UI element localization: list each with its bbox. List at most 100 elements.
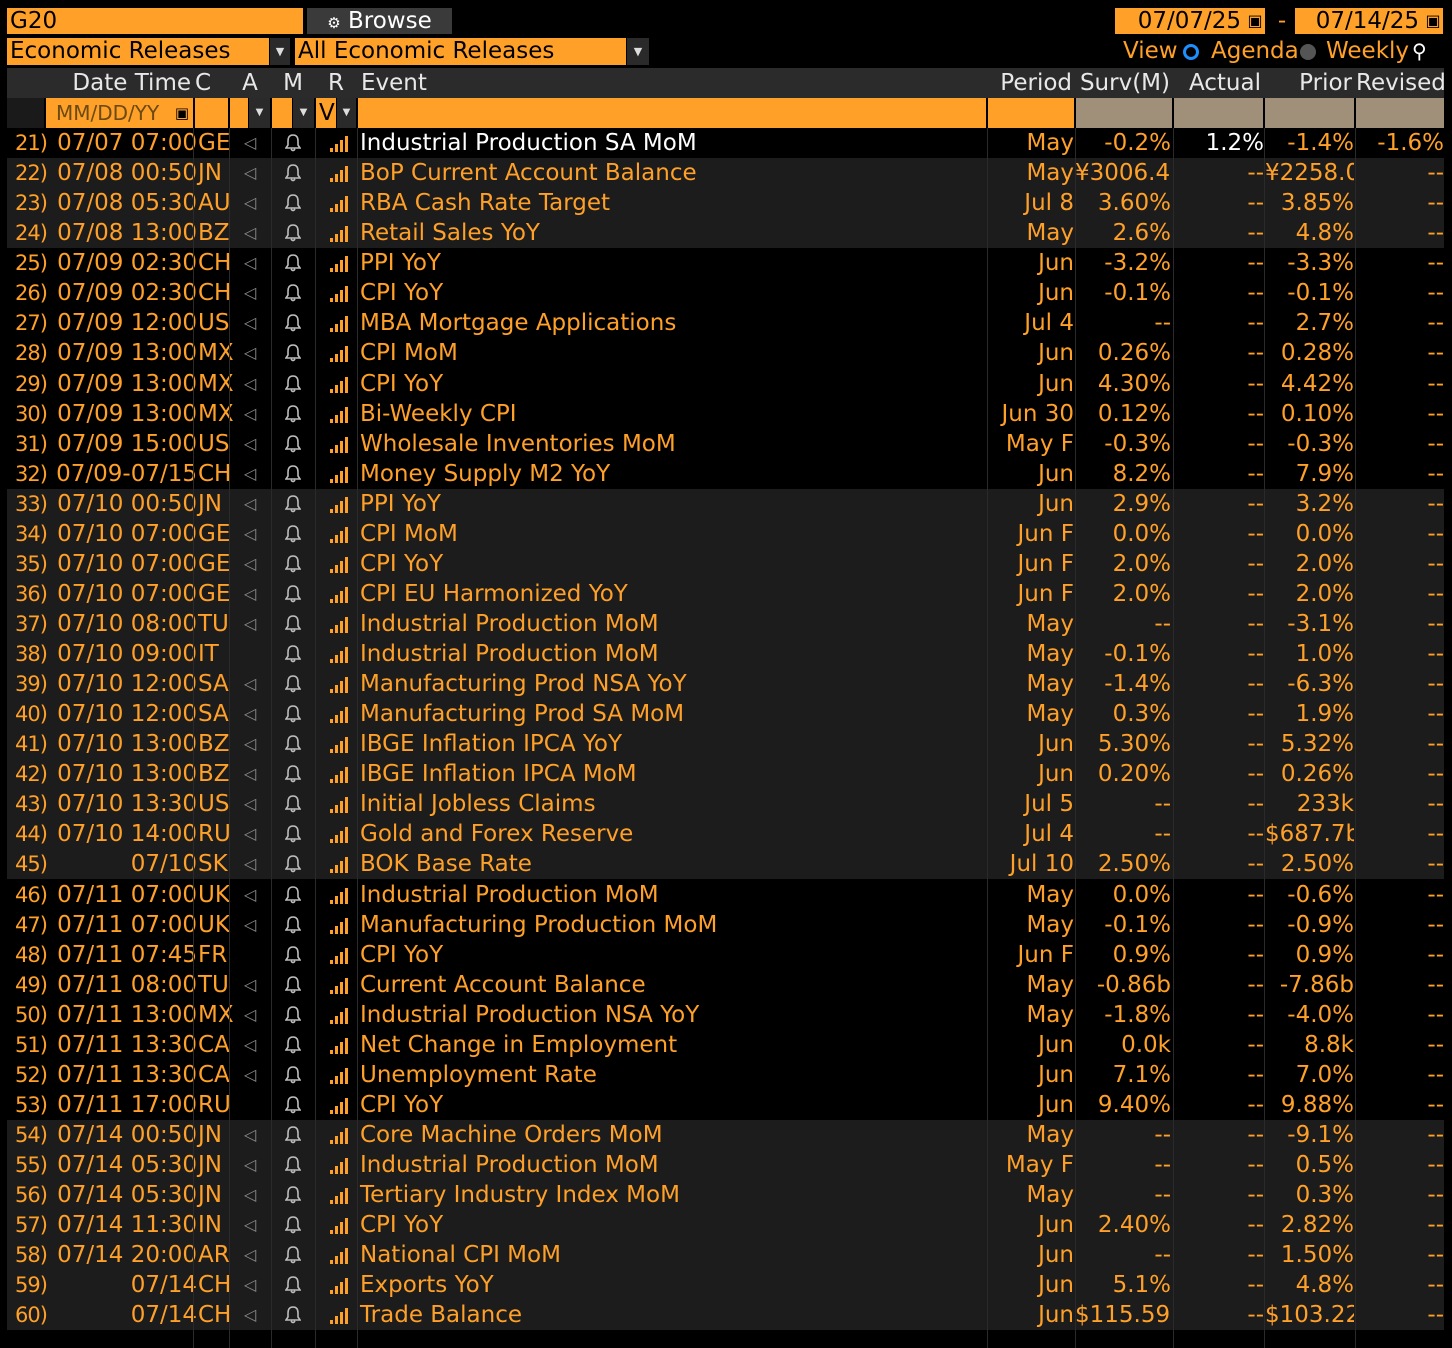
speaker-icon[interactable]: ◁ (239, 549, 261, 579)
row-event[interactable]: Exports YoY (360, 1270, 980, 1300)
table-row[interactable]: 56) 07/14 05:30 JN ◁ Tertiary Industry Index… (7, 1180, 1444, 1211)
table-row[interactable]: 51) 07/11 13:30 CA ◁ Net Change in Employmen… (7, 1029, 1444, 1060)
header-country[interactable]: C (195, 68, 228, 98)
row-event[interactable]: MBA Mortgage Applications (360, 308, 980, 338)
country-filter[interactable] (195, 98, 228, 128)
row-number[interactable]: 57) (15, 1210, 51, 1240)
my-filter[interactable] (272, 98, 292, 128)
row-number[interactable]: 41) (15, 729, 51, 759)
weekly-label[interactable]: Weekly (1326, 38, 1409, 65)
calendar-icon[interactable]: ▣ (1245, 8, 1265, 34)
bell-icon[interactable] (282, 1120, 304, 1150)
bell-icon[interactable] (282, 819, 304, 849)
table-row[interactable]: 50) 07/11 13:00 MX ◁ Industrial Production N… (7, 999, 1444, 1030)
bell-icon[interactable] (282, 940, 304, 970)
row-event[interactable]: Wholesale Inventories MoM (360, 429, 980, 459)
table-row[interactable]: 25) 07/09 02:30 CH ◁ PPI YoY Jun -3.2% -- -3.3% -… (7, 248, 1444, 279)
row-event[interactable]: Manufacturing Prod SA MoM (360, 699, 980, 729)
bell-icon[interactable] (282, 639, 304, 669)
bell-icon[interactable] (282, 429, 304, 459)
row-event[interactable]: CPI YoY (360, 369, 980, 399)
row-event[interactable]: Manufacturing Production MoM (360, 910, 980, 940)
row-event[interactable]: PPI YoY (360, 248, 980, 278)
row-number[interactable]: 21) (15, 128, 51, 158)
bell-icon[interactable] (282, 128, 304, 158)
row-number[interactable]: 38) (15, 639, 51, 669)
bell-icon[interactable] (282, 910, 304, 940)
bell-icon[interactable] (282, 729, 304, 759)
bell-icon[interactable] (282, 759, 304, 789)
people-icon[interactable]: ⚲ (1412, 38, 1427, 65)
table-row[interactable]: 34) 07/10 07:00 GE ◁ CPI MoM Jun F 0.0% -- 0.0% -… (7, 518, 1444, 549)
row-event[interactable]: CPI YoY (360, 1090, 980, 1120)
table-row[interactable]: 39) 07/10 12:00 SA ◁ Manufacturing Prod NSA … (7, 669, 1444, 700)
table-row[interactable]: 26) 07/09 02:30 CH ◁ CPI YoY Jun -0.1% -- -0.1% -… (7, 278, 1444, 309)
header-alert[interactable]: A (230, 68, 270, 98)
header-period[interactable]: Period (988, 68, 1074, 98)
row-number[interactable]: 40) (15, 699, 51, 729)
row-event[interactable]: IBGE Inflation IPCA YoY (360, 729, 980, 759)
speaker-icon[interactable]: ◁ (239, 338, 261, 368)
speaker-icon[interactable]: ◁ (239, 970, 261, 1000)
row-number[interactable]: 47) (15, 910, 51, 940)
table-row[interactable]: 44) 07/10 14:00 RU ◁ Gold and Forex Reserve J… (7, 819, 1444, 850)
row-event[interactable]: CPI EU Harmonized YoY (360, 579, 980, 609)
header-prior[interactable]: Prior (1265, 68, 1354, 98)
row-number[interactable]: 30) (15, 399, 51, 429)
bell-icon[interactable] (282, 1000, 304, 1030)
bell-icon[interactable] (282, 308, 304, 338)
row-number[interactable]: 46) (15, 880, 51, 910)
row-event[interactable]: Manufacturing Prod NSA YoY (360, 669, 980, 699)
chevron-down-icon[interactable]: ▼ (270, 38, 290, 65)
table-row[interactable]: 30) 07/09 13:00 MX ◁ Bi-Weekly CPI Jun 30 0.12… (7, 398, 1444, 429)
header-relevance[interactable]: R (316, 68, 356, 98)
calendar-icon[interactable]: ▣ (171, 98, 193, 128)
row-event[interactable]: Industrial Production SA MoM (360, 128, 980, 158)
speaker-icon[interactable]: ◁ (239, 1180, 261, 1210)
bell-icon[interactable] (282, 399, 304, 429)
row-number[interactable]: 26) (15, 278, 51, 308)
bell-icon[interactable] (282, 1300, 304, 1330)
table-row[interactable]: 47) 07/11 07:00 UK ◁ Manufacturing Productio… (7, 909, 1444, 940)
table-row[interactable]: 24) 07/08 13:00 BZ ◁ Retail Sales YoY May 2.6%… (7, 218, 1444, 249)
speaker-icon[interactable]: ◁ (239, 1150, 261, 1180)
table-row[interactable]: 54) 07/14 00:50 JN ◁ Core Machine Orders MoM… (7, 1120, 1444, 1150)
row-event[interactable]: CPI MoM (360, 519, 980, 549)
row-event[interactable]: Core Machine Orders MoM (360, 1120, 980, 1150)
row-number[interactable]: 34) (15, 519, 51, 549)
row-event[interactable]: PPI YoY (360, 489, 980, 519)
row-event[interactable]: Net Change in Employment (360, 1030, 980, 1060)
speaker-icon[interactable]: ◁ (239, 128, 261, 158)
row-number[interactable]: 23) (15, 188, 51, 218)
row-number[interactable]: 32) (15, 459, 51, 489)
row-event[interactable]: Current Account Balance (360, 970, 980, 1000)
security-search-input[interactable]: G20 (7, 8, 303, 34)
row-event[interactable]: Money Supply M2 YoY (360, 459, 980, 489)
bell-icon[interactable] (282, 158, 304, 188)
header-my[interactable]: M (272, 68, 314, 98)
row-number[interactable]: 53) (15, 1090, 51, 1120)
table-row[interactable]: 41) 07/10 13:00 BZ ◁ IBGE Inflation IPCA YoY… (7, 729, 1444, 760)
table-row[interactable]: 21) 07/07 07:00 GE ◁ Industrial Production S… (7, 128, 1444, 158)
row-event[interactable]: Retail Sales YoY (360, 218, 980, 248)
speaker-icon[interactable]: ◁ (239, 519, 261, 549)
row-number[interactable]: 22) (15, 158, 51, 188)
event-filter-input[interactable] (358, 98, 986, 128)
speaker-icon[interactable]: ◁ (239, 188, 261, 218)
table-row[interactable]: 59) 07/14 CH ◁ Exports YoY Jun 5.1% -- 4.8% -- (7, 1270, 1444, 1301)
speaker-icon[interactable]: ◁ (239, 399, 261, 429)
date-filter-input[interactable]: MM/DD/YY (46, 98, 171, 128)
speaker-icon[interactable] (239, 940, 261, 970)
row-number[interactable]: 56) (15, 1180, 51, 1210)
speaker-icon[interactable]: ◁ (239, 579, 261, 609)
table-row[interactable]: 43) 07/10 13:30 US ◁ Initial Jobless Claims J… (7, 789, 1444, 820)
row-event[interactable]: Bi-Weekly CPI (360, 399, 980, 429)
row-number[interactable]: 59) (15, 1270, 51, 1300)
bell-icon[interactable] (282, 459, 304, 489)
row-number[interactable]: 44) (15, 819, 51, 849)
speaker-icon[interactable]: ◁ (239, 308, 261, 338)
speaker-icon[interactable]: ◁ (239, 729, 261, 759)
row-event[interactable]: Gold and Forex Reserve (360, 819, 980, 849)
row-number[interactable]: 27) (15, 308, 51, 338)
table-row[interactable]: 36) 07/10 07:00 GE ◁ CPI EU Harmonized YoY Ju… (7, 578, 1444, 609)
